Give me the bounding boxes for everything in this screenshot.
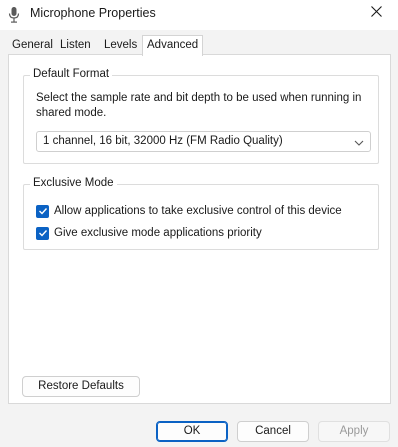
default-format-select[interactable]: 1 channel, 16 bit, 32000 Hz (FM Radio Qu…: [36, 131, 371, 152]
title-bar: Microphone Properties: [0, 0, 398, 30]
apply-button[interactable]: Apply: [318, 421, 390, 442]
tab-general[interactable]: General: [8, 37, 57, 54]
cancel-button[interactable]: Cancel: [237, 421, 309, 442]
advanced-tab-panel: Default Format Select the sample rate an…: [8, 54, 391, 404]
checkmark-icon: [38, 208, 47, 215]
restore-defaults-button[interactable]: Restore Defaults: [22, 376, 140, 397]
default-format-selected-value: 1 channel, 16 bit, 32000 Hz (FM Radio Qu…: [43, 135, 283, 147]
exclusive-mode-heading: Exclusive Mode: [30, 177, 117, 189]
tab-strip: General Listen Levels Advanced: [8, 35, 392, 56]
microphone-icon: [8, 6, 20, 24]
checkmark-icon: [38, 230, 47, 237]
tab-advanced[interactable]: Advanced: [142, 35, 204, 56]
exclusive-priority-label: Give exclusive mode applications priorit…: [54, 227, 262, 239]
exclusive-control-checkbox[interactable]: [36, 204, 49, 218]
default-format-group: Default Format Select the sample rate an…: [23, 68, 379, 164]
exclusive-mode-group: Exclusive Mode Allow applications to tak…: [23, 177, 379, 250]
close-icon: [370, 6, 382, 20]
close-button[interactable]: [354, 0, 398, 26]
ok-button[interactable]: OK: [156, 421, 228, 442]
default-format-description: Select the sample rate and bit depth to …: [36, 92, 362, 119]
exclusive-control-label: Allow applications to take exclusive con…: [54, 205, 342, 217]
chevron-down-icon: [354, 138, 364, 146]
exclusive-priority-option[interactable]: Give exclusive mode applications priorit…: [36, 225, 262, 241]
tab-listen[interactable]: Listen: [56, 37, 95, 54]
exclusive-priority-checkbox[interactable]: [36, 226, 49, 240]
window-title: Microphone Properties: [30, 6, 156, 20]
tab-levels[interactable]: Levels: [100, 37, 141, 54]
default-format-heading: Default Format: [30, 68, 113, 80]
exclusive-control-option[interactable]: Allow applications to take exclusive con…: [36, 203, 342, 219]
